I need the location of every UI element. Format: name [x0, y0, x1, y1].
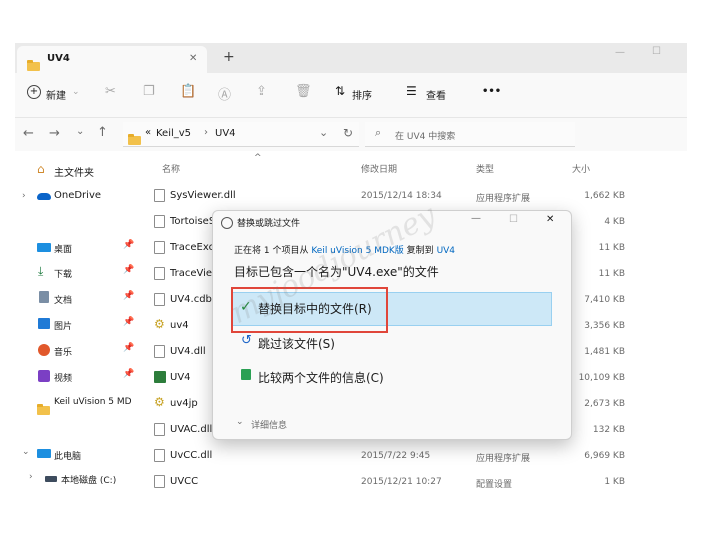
file-name: UvCC.dll: [170, 450, 213, 461]
column-header-size[interactable]: 大小: [572, 162, 590, 175]
sort-icon: ⇅: [335, 84, 346, 98]
file-icon: [154, 267, 165, 280]
file-name: SysViewer.dll: [170, 190, 236, 201]
share-icon[interactable]: ⇪: [256, 84, 267, 99]
config-file-icon: ⚙: [154, 395, 165, 409]
tab-bar: UV4 ✕ + — ☐: [15, 43, 687, 73]
new-tab-button[interactable]: +: [223, 49, 235, 65]
file-icon: [154, 293, 165, 306]
maximize-button[interactable]: ☐: [652, 46, 661, 57]
file-size: 6,969 KB: [584, 451, 625, 461]
up-arrow-icon[interactable]: ↑: [97, 125, 108, 140]
rename-icon[interactable]: Ⓐ: [218, 84, 231, 103]
refresh-icon[interactable]: ↻: [343, 126, 353, 140]
file-icon: [154, 475, 165, 488]
view-button[interactable]: 查看: [426, 87, 446, 102]
breadcrumb-uv4[interactable]: UV4: [215, 128, 236, 139]
details-chevron-icon[interactable]: ⌄: [236, 417, 244, 427]
breadcrumb-separator: ›: [204, 127, 208, 138]
file-type: 应用程序扩展: [476, 454, 531, 464]
file-name: UV4: [170, 372, 191, 383]
cut-icon[interactable]: ✂: [105, 84, 116, 99]
dialog-app-icon: [221, 217, 233, 229]
dialog-minimize-button[interactable]: —: [471, 213, 481, 224]
file-name: UV4.cdb: [170, 294, 212, 305]
copy-icon[interactable]: ❐: [143, 84, 155, 99]
application-icon: [154, 371, 166, 383]
file-row[interactable]: SysViewer.dll 2015/12/14 18:34 应用程序扩展 1,…: [15, 182, 687, 208]
file-size: 1 KB: [604, 477, 625, 487]
file-icon: [154, 423, 165, 436]
dialog-maximize-button[interactable]: ☐: [509, 214, 518, 225]
compare-option[interactable]: 比较两个文件的信息(C): [258, 369, 384, 386]
file-name: uv4jp: [170, 398, 198, 409]
column-header-date[interactable]: 修改日期: [361, 162, 397, 175]
back-arrow-icon[interactable]: ←: [23, 126, 34, 141]
folder-icon: [128, 134, 141, 145]
command-bar: + 新建 ⌄ ✂ ❐ 📋 Ⓐ ⇪ 🗑 ⇅ 排序 ☰ 查看 •••: [15, 73, 687, 117]
delete-icon[interactable]: 🗑: [295, 84, 312, 99]
file-name: UV4.dll: [170, 346, 206, 357]
breadcrumb-keil-v5[interactable]: Keil_v5: [156, 128, 191, 139]
details-toggle[interactable]: 详细信息: [251, 418, 287, 431]
tab-title: UV4: [47, 53, 70, 64]
file-date: 2015/12/21 10:27: [361, 477, 442, 487]
info-mid: 复制到: [406, 246, 434, 256]
file-name: TraceExc: [170, 242, 215, 253]
tab-uv4[interactable]: UV4 ✕: [17, 46, 207, 73]
file-name: TortoiseS: [170, 216, 216, 227]
address-dropdown-icon[interactable]: ⌄: [319, 126, 328, 139]
breadcrumb-overflow[interactable]: «: [145, 127, 151, 138]
dialog-close-button[interactable]: ✕: [546, 214, 554, 225]
recent-chevron-icon[interactable]: ⌄: [76, 126, 84, 137]
sort-button[interactable]: 排序: [352, 87, 372, 102]
file-name: UVAC.dll: [170, 424, 213, 435]
file-type: 应用程序扩展: [476, 194, 531, 204]
file-icon: [154, 215, 165, 228]
config-file-icon: ⚙: [154, 317, 165, 331]
minimize-button[interactable]: —: [615, 47, 625, 58]
search-icon: ⌕: [375, 126, 382, 139]
info-prefix: 正在将 1 个项目从: [234, 246, 309, 256]
column-header-type[interactable]: 类型: [476, 162, 494, 175]
file-size: 1,662 KB: [584, 191, 625, 201]
dialog-title: 替换或跳过文件: [237, 219, 301, 229]
file-row[interactable]: UVCC 2015/12/21 10:27 配置设置 1 KB: [15, 468, 687, 494]
file-icon: [154, 241, 165, 254]
plus-circle-icon: +: [27, 85, 41, 99]
folder-icon: [27, 60, 40, 71]
column-header-name[interactable]: 名称: [162, 162, 180, 175]
address-bar[interactable]: « Keil_v5 › UV4 ⌄ ↻: [123, 122, 359, 147]
sidebar-item-home[interactable]: 主文件夹: [54, 164, 94, 179]
view-icon: ☰: [406, 84, 417, 98]
file-type: 配置设置: [476, 480, 513, 490]
file-icon: [154, 345, 165, 358]
sort-indicator-icon: ^: [254, 153, 262, 163]
compare-icon: [241, 369, 251, 380]
more-options-button[interactable]: •••: [482, 86, 501, 97]
skip-option[interactable]: 跳过该文件(S): [258, 335, 335, 352]
skip-icon: ↺: [241, 333, 252, 348]
paste-icon[interactable]: 📋: [180, 84, 196, 99]
file-name: uv4: [170, 320, 189, 331]
destination-link[interactable]: UV4: [437, 246, 455, 256]
file-date: 2015/12/14 18:34: [361, 191, 442, 201]
file-icon: [154, 189, 165, 202]
file-date: 2015/7/22 9:45: [361, 451, 431, 461]
chevron-down-icon: ⌄: [72, 87, 80, 97]
file-row[interactable]: UvCC.dll 2015/7/22 9:45 应用程序扩展 6,969 KB: [15, 442, 687, 468]
search-box[interactable]: ⌕ 在 UV4 中搜索: [365, 122, 575, 147]
search-placeholder: 在 UV4 中搜索: [395, 132, 456, 142]
forward-arrow-icon[interactable]: →: [49, 126, 60, 141]
home-icon: ⌂: [37, 162, 45, 176]
close-tab-icon[interactable]: ✕: [189, 53, 197, 64]
file-icon: [154, 449, 165, 462]
file-name: UVCC: [170, 476, 199, 487]
new-button[interactable]: 新建: [46, 87, 66, 102]
